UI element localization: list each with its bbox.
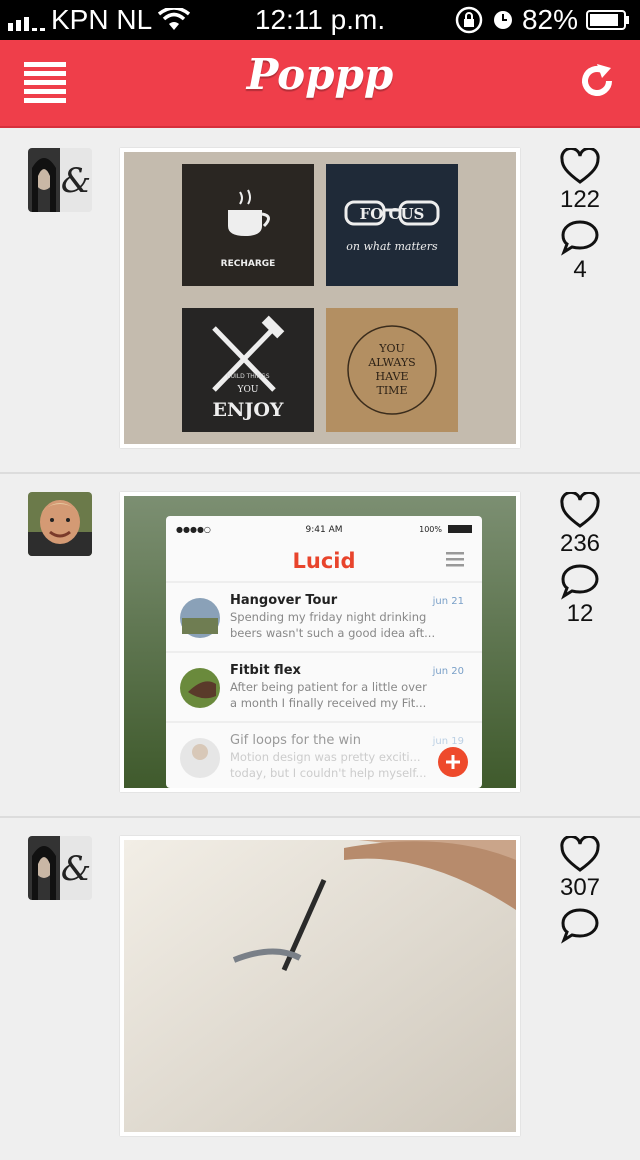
- avatar[interactable]: &: [28, 148, 92, 212]
- status-bar: KPN NL 12:11 p.m. 82%: [0, 0, 640, 40]
- have-text: HAVE: [376, 370, 409, 383]
- lucid-title: Lucid: [292, 549, 355, 573]
- post-stats: 236 12: [548, 492, 612, 628]
- avatar[interactable]: [28, 492, 92, 556]
- lucid-item-line: a month I finally received my Fit...: [230, 696, 426, 710]
- lucid-item-line: beers wasn't such a good idea aft...: [230, 626, 435, 640]
- svg-text:&: &: [61, 849, 91, 889]
- post-photo[interactable]: ●●●●○ 9:41 AM 100% Lucid Hangover Tour j…: [120, 492, 520, 792]
- post-photo[interactable]: RECHARGE FO CUS on what matters BUILD TH…: [120, 148, 520, 448]
- focus-text: FO CUS: [360, 205, 425, 223]
- lucid-item-title: Fitbit flex: [230, 663, 302, 678]
- comment-count: 4: [573, 256, 587, 283]
- comment-icon[interactable]: [560, 562, 600, 600]
- coasters-image: RECHARGE FO CUS on what matters BUILD TH…: [124, 152, 516, 444]
- you-text: YOU: [237, 385, 259, 395]
- app-title: Poppp: [246, 50, 394, 99]
- nav-bar: Poppp: [0, 40, 640, 128]
- heart-icon[interactable]: [560, 492, 600, 530]
- battery-icon: [586, 10, 629, 30]
- heart-icon[interactable]: [560, 836, 600, 874]
- lettering-image: [124, 840, 516, 1132]
- heart-icon[interactable]: [560, 148, 600, 186]
- lucid-app-image: ●●●●○ 9:41 AM 100% Lucid Hangover Tour j…: [124, 496, 516, 788]
- post-stats: 307: [548, 836, 612, 944]
- lucid-item-title: Hangover Tour: [230, 593, 338, 608]
- lucid-item-line: Motion design was pretty exciti...: [230, 750, 421, 764]
- comment-icon[interactable]: [560, 218, 600, 256]
- battery-percent: 82%: [521, 4, 578, 35]
- post-card: ●●●●○ 9:41 AM 100% Lucid Hangover Tour j…: [0, 472, 640, 818]
- like-count: 236: [559, 530, 601, 557]
- post-card: & RECHARGE FO CUS on what matters BUILD …: [0, 128, 640, 474]
- lucid-item-title: Gif loops for the win: [230, 733, 361, 748]
- avatar-man-image: [28, 492, 92, 556]
- post-card: & 307: [0, 816, 640, 1160]
- rotation-lock-icon: [455, 6, 483, 34]
- comment-icon[interactable]: [560, 906, 600, 944]
- always-text: ALWAYS: [367, 356, 415, 369]
- phone-battery: 100%: [419, 525, 442, 534]
- focus-subtext: on what matters: [346, 240, 438, 253]
- lucid-item-date: jun 20: [432, 666, 464, 677]
- svg-text:&: &: [61, 161, 91, 201]
- avatar-ampersand-image: &: [28, 148, 92, 212]
- refresh-icon: [582, 64, 612, 96]
- lucid-item-line: After being patient for a little over: [230, 680, 427, 694]
- enjoy-text: ENJOY: [213, 399, 284, 421]
- svg-text:●●●●○: ●●●●○: [176, 525, 211, 534]
- you-always-text: YOU: [378, 342, 405, 355]
- lucid-item-date: jun 21: [432, 596, 464, 607]
- post-stats: 122 4: [548, 148, 612, 284]
- like-count: 122: [559, 186, 601, 213]
- post-photo[interactable]: [120, 836, 520, 1136]
- build-text: BUILD THINGS: [226, 373, 269, 380]
- avatar[interactable]: &: [28, 836, 92, 900]
- recharge-text: RECHARGE: [221, 259, 276, 269]
- refresh-button[interactable]: [576, 60, 618, 102]
- lucid-item-date: jun 19: [432, 736, 464, 747]
- lucid-item-line: Spending my friday night drinking: [230, 610, 426, 624]
- alarm-icon: [493, 11, 512, 29]
- like-count: 307: [559, 874, 601, 901]
- avatar-ampersand-image: &: [28, 836, 92, 900]
- phone-time: 9:41 AM: [306, 525, 343, 535]
- lucid-item-line: today, but I couldn't help myself...: [230, 766, 427, 780]
- time-text: TIME: [377, 384, 408, 397]
- comment-count: 12: [566, 600, 594, 627]
